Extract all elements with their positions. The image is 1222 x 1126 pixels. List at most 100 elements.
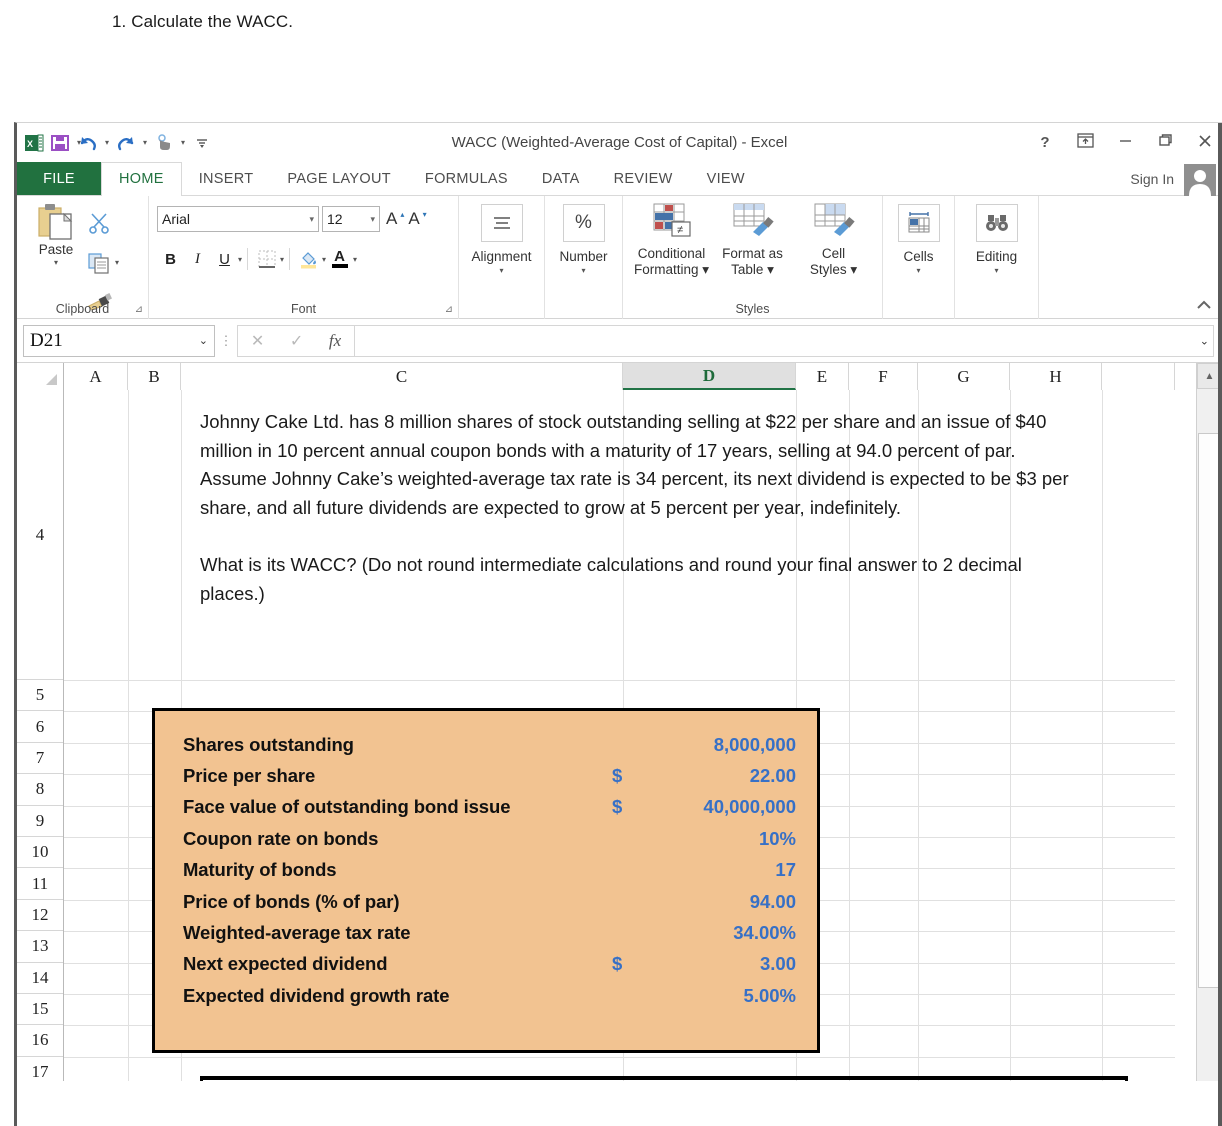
row-header-16[interactable]: 16 xyxy=(17,1025,63,1057)
minimize-icon[interactable] xyxy=(1116,133,1134,152)
row-value[interactable]: 3.00 xyxy=(642,953,817,975)
row-header-9[interactable]: 9 xyxy=(17,805,63,837)
select-all-corner[interactable] xyxy=(17,363,64,390)
row-header-11[interactable]: 11 xyxy=(17,868,63,900)
row-value[interactable]: 10% xyxy=(642,828,817,850)
font-size-caret-icon[interactable]: ▾ xyxy=(370,214,375,225)
column-header-c[interactable]: C xyxy=(181,363,623,390)
row-header-15[interactable]: 15 xyxy=(17,993,63,1026)
customize-qat-icon[interactable] xyxy=(189,130,215,156)
tab-insert[interactable]: INSERT xyxy=(182,162,271,195)
copy-button[interactable]: ▾ xyxy=(87,252,119,274)
font-color-caret-icon[interactable]: ▾ xyxy=(353,255,357,264)
row-header-4[interactable]: 4 xyxy=(17,390,63,680)
font-name-caret-icon[interactable]: ▾ xyxy=(309,214,314,225)
font-name-input[interactable]: Arial ▾ xyxy=(157,206,319,232)
expand-formula-bar-icon[interactable]: ⌄ xyxy=(1200,334,1209,347)
font-size-input[interactable]: 12 ▾ xyxy=(322,206,380,232)
row-value[interactable]: 5.00% xyxy=(642,985,817,1007)
table-row[interactable]: Next expected dividend $ 3.00 xyxy=(155,949,817,980)
touch-mode-caret-icon[interactable]: ▾ xyxy=(177,130,189,156)
borders-caret-icon[interactable]: ▾ xyxy=(280,255,284,264)
borders-button[interactable] xyxy=(253,246,280,272)
decrease-font-size-button[interactable]: A ▾ xyxy=(408,209,426,229)
table-row[interactable]: Maturity of bonds 17 xyxy=(155,855,817,886)
touch-mode-icon[interactable] xyxy=(151,130,177,156)
close-icon[interactable] xyxy=(1196,133,1214,153)
clipboard-dialog-launcher[interactable]: ⊿ xyxy=(135,304,143,315)
column-header-i[interactable] xyxy=(1102,363,1175,390)
column-header-g[interactable]: G xyxy=(918,363,1010,390)
ribbon-display-options-icon[interactable] xyxy=(1076,132,1094,153)
undo-icon[interactable] xyxy=(75,130,101,156)
column-header-b[interactable]: B xyxy=(128,363,181,390)
number-dropdown-caret-icon[interactable]: ▾ xyxy=(581,266,585,275)
fat-caret-icon[interactable]: ▾ xyxy=(763,262,774,277)
cell-c4-problem-text[interactable]: Johnny Cake Ltd. has 8 million shares of… xyxy=(181,390,1071,680)
alignment-dropdown-caret-icon[interactable]: ▾ xyxy=(499,266,503,275)
formula-input[interactable]: ⌄ xyxy=(355,324,1214,357)
insert-function-icon[interactable]: fx xyxy=(329,331,341,351)
tab-review[interactable]: REVIEW xyxy=(597,162,690,195)
assumptions-input-box[interactable]: Shares outstanding 8,000,000 Price per s… xyxy=(152,708,820,1053)
fill-color-button[interactable] xyxy=(295,246,322,272)
help-icon[interactable]: ? xyxy=(1036,134,1054,151)
row-value[interactable]: 17 xyxy=(642,859,817,881)
redo-icon[interactable] xyxy=(113,130,139,156)
alignment-button[interactable]: Alignment ▾ xyxy=(467,202,536,319)
column-header-e[interactable]: E xyxy=(796,363,849,390)
underline-caret-icon[interactable]: ▾ xyxy=(238,255,242,264)
number-button[interactable]: % Number ▾ xyxy=(553,202,614,319)
row-value[interactable]: 40,000,000 xyxy=(642,796,817,818)
tab-home[interactable]: HOME xyxy=(101,162,182,196)
row-header-12[interactable]: 12 xyxy=(17,899,63,932)
row-header-14[interactable]: 14 xyxy=(17,962,63,994)
row-header-10[interactable]: 10 xyxy=(17,836,63,869)
output-box-partial[interactable] xyxy=(200,1076,1128,1081)
table-row[interactable]: Face value of outstanding bond issue $ 4… xyxy=(155,792,817,823)
enter-icon[interactable]: ✓ xyxy=(290,331,303,351)
cells-dropdown-caret-icon[interactable]: ▾ xyxy=(916,266,920,275)
column-header-h[interactable]: H xyxy=(1010,363,1102,390)
row-value[interactable]: 94.00 xyxy=(642,891,817,913)
row-header-13[interactable]: 13 xyxy=(17,931,63,963)
redo-dropdown-caret-icon[interactable]: ▾ xyxy=(139,130,151,156)
table-row[interactable]: Coupon rate on bonds 10% xyxy=(155,823,817,854)
cut-button[interactable] xyxy=(87,212,111,234)
cancel-icon[interactable]: ✕ xyxy=(251,331,264,351)
tab-formulas[interactable]: FORMULAS xyxy=(408,162,525,195)
formula-bar-handle[interactable]: ⋮ xyxy=(215,333,237,349)
row-header-5[interactable]: 5 xyxy=(17,680,63,712)
row-value[interactable]: 8,000,000 xyxy=(642,734,817,756)
underline-button[interactable]: U xyxy=(211,246,238,272)
table-row[interactable]: Weighted-average tax rate 34.00% xyxy=(155,917,817,948)
save-icon[interactable] xyxy=(47,130,73,156)
editing-dropdown-caret-icon[interactable]: ▾ xyxy=(994,266,998,275)
undo-dropdown-caret-icon[interactable]: ▾ xyxy=(101,130,113,156)
account-avatar-icon[interactable] xyxy=(1184,164,1216,196)
column-header-d[interactable]: D xyxy=(623,363,796,390)
name-box[interactable]: D21 ⌄ xyxy=(23,324,215,357)
tab-page-layout[interactable]: PAGE LAYOUT xyxy=(270,162,407,195)
tab-view[interactable]: VIEW xyxy=(690,162,762,195)
table-row[interactable]: Price per share $ 22.00 xyxy=(155,760,817,791)
copy-dropdown-caret-icon[interactable]: ▾ xyxy=(115,258,119,267)
cf-caret-icon[interactable]: ▾ xyxy=(699,262,709,277)
cells-button[interactable]: Cells ▾ xyxy=(891,202,946,319)
name-box-caret-icon[interactable]: ⌄ xyxy=(199,334,208,347)
row-header-8[interactable]: 8 xyxy=(17,774,63,806)
table-row[interactable]: Shares outstanding 8,000,000 xyxy=(155,729,817,760)
editing-button[interactable]: Editing ▾ xyxy=(963,202,1030,319)
increase-font-size-button[interactable]: A ▴ xyxy=(386,209,404,229)
italic-button[interactable]: I xyxy=(184,246,211,272)
row-header-6[interactable]: 6 xyxy=(17,711,63,743)
restore-icon[interactable] xyxy=(1156,133,1174,152)
cells-area[interactable]: Johnny Cake Ltd. has 8 million shares of… xyxy=(64,390,1175,1081)
column-header-a[interactable]: A xyxy=(64,363,128,390)
bold-button[interactable]: B xyxy=(157,246,184,272)
column-header-f[interactable]: F xyxy=(849,363,918,390)
tab-file[interactable]: FILE xyxy=(17,162,101,195)
collapse-ribbon-icon[interactable] xyxy=(1196,299,1212,314)
table-row[interactable]: Expected dividend growth rate 5.00% xyxy=(155,980,817,1011)
row-value[interactable]: 22.00 xyxy=(642,765,817,787)
